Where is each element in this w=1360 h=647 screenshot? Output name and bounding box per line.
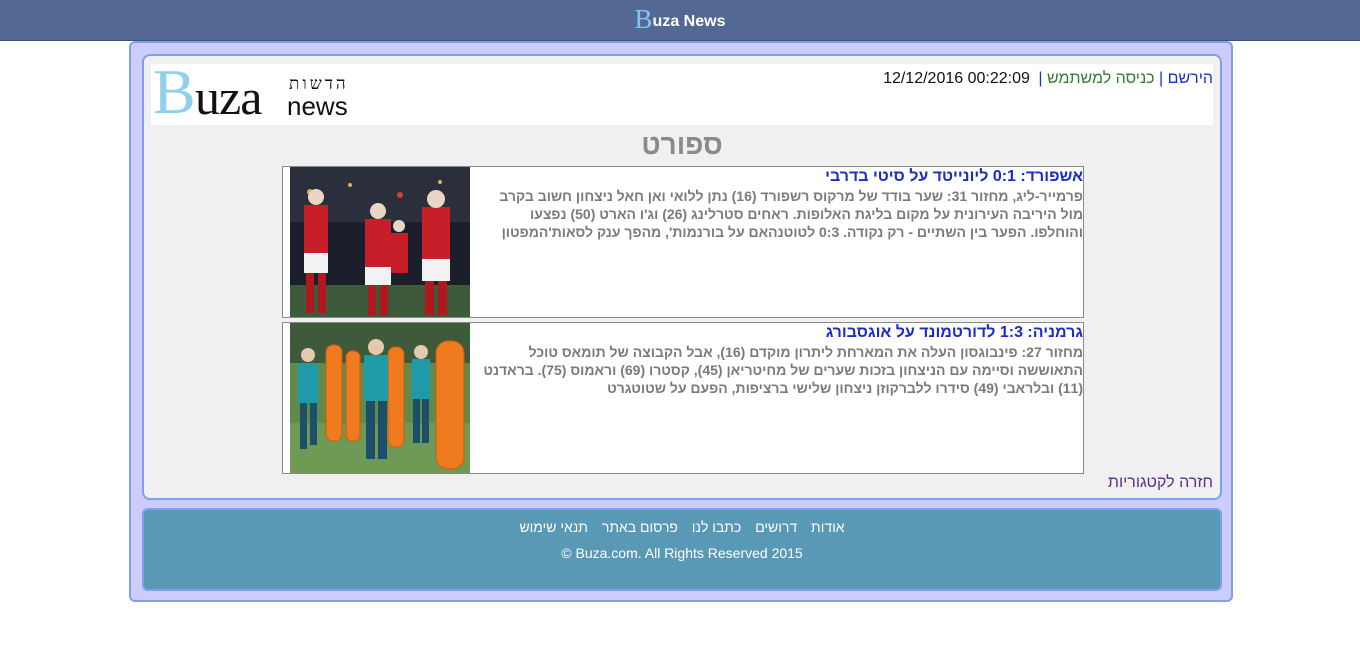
article-image[interactable]	[290, 323, 470, 473]
article-card[interactable]: גרמניה: 1:3 לדורטמונד על אוגסבורג מחזור …	[282, 322, 1084, 474]
article-summary: מחזור 27: פינבוגסון העלה את המארחת ליתרו…	[483, 344, 1083, 396]
login-link[interactable]: כניסה למשתמש	[1047, 70, 1155, 87]
footer-link-about[interactable]: אודות	[811, 519, 845, 535]
brand-name: uza News	[652, 13, 726, 30]
site-brand[interactable]: Buza News	[635, 5, 726, 36]
footer-link-contact[interactable]: כתבו לנו	[692, 519, 741, 535]
article-card[interactable]: אשפורד: 0:1 ליונייטד על סיטי בדרבי פרמיי…	[282, 166, 1084, 318]
footer-link-terms[interactable]: תנאי שימוש	[519, 519, 588, 535]
current-datetime: 12/12/2016 00:22:09	[883, 70, 1030, 87]
content-panel: B uza הדשות news הירשם | כניסה למשתמש | …	[142, 54, 1222, 500]
register-link[interactable]: הירשם	[1168, 70, 1213, 87]
footer-link-advertise[interactable]: פרסום באתר	[602, 519, 678, 535]
brand-initial: B	[634, 4, 653, 34]
copyright-text: © Buza.com. All Rights Reserved 2015	[561, 545, 803, 561]
footer-nav: אודות דרושים כתבו לנו פרסום באתר תנאי שי…	[144, 519, 1220, 535]
link-separator: |	[1038, 70, 1043, 87]
back-to-categories-link[interactable]: חזרה לקטגוריות	[1108, 474, 1213, 492]
page-container: B uza הדשות news הירשם | כניסה למשתמש | …	[129, 41, 1233, 602]
article-text: אשפורד: 0:1 ליונייטד על סיטי בדרבי פרמיי…	[477, 167, 1083, 241]
article-headline[interactable]: גרמניה: 1:3 לדורטמונד על אוגסבורג	[477, 323, 1083, 343]
link-separator: |	[1159, 70, 1164, 87]
logo-news: news	[287, 91, 348, 121]
article-image[interactable]	[290, 167, 470, 317]
logo-letter: B	[153, 56, 196, 127]
article-headline[interactable]: אשפורד: 0:1 ליונייטד על סיטי בדרבי	[477, 167, 1083, 187]
section-title: ספורט	[641, 129, 723, 160]
logo-uza: uza	[195, 69, 262, 125]
footer: אודות דרושים כתבו לנו פרסום באתר תנאי שי…	[142, 508, 1222, 591]
top-bar: Buza News	[0, 0, 1360, 41]
site-logo[interactable]: B uza הדשות news	[153, 60, 363, 125]
article-summary: פרמייר-ליג, מחזור 31: שער בודד של מרקוס …	[499, 188, 1083, 240]
article-text: גרמניה: 1:3 לדורטמונד על אוגסבורג מחזור …	[477, 323, 1083, 397]
user-links: הירשם | כניסה למשתמש | 12/12/2016 00:22:…	[883, 70, 1213, 88]
header-strip: B uza הדשות news הירשם | כניסה למשתמש | …	[151, 60, 1213, 125]
footer-link-jobs[interactable]: דרושים	[755, 519, 797, 535]
